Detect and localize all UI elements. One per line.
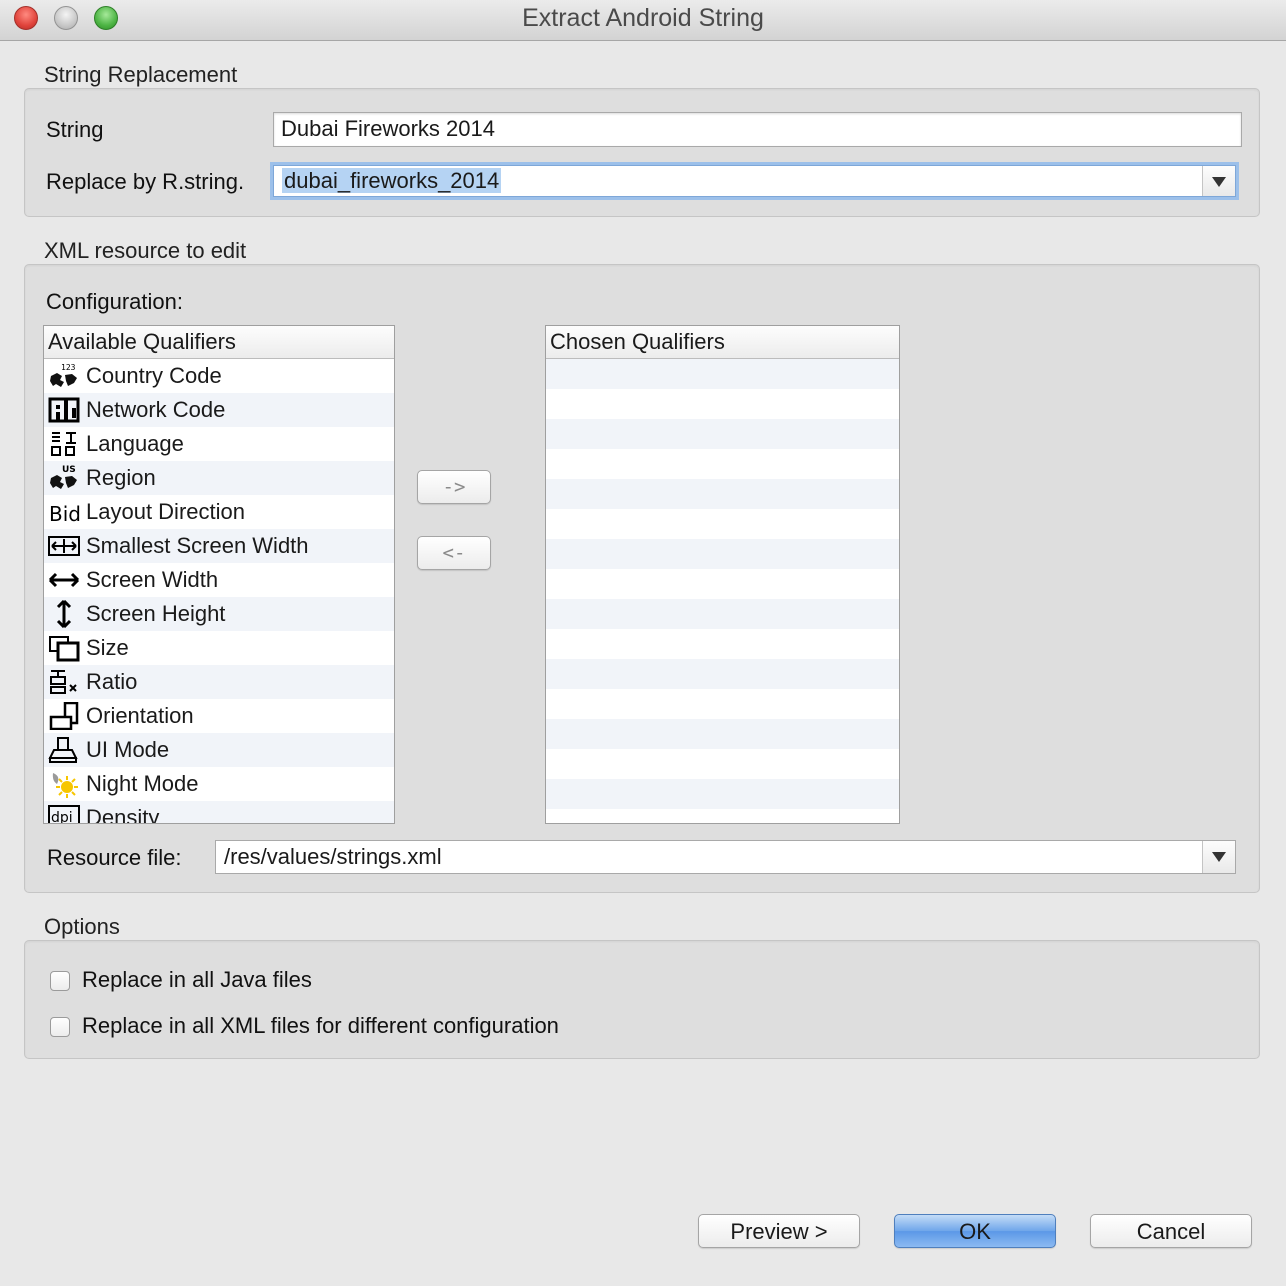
remove-qualifier-button[interactable]: <- — [417, 536, 491, 570]
options-section-label: Options — [44, 914, 120, 939]
country-code-icon: 123 — [48, 362, 80, 390]
cancel-button[interactable]: Cancel — [1090, 1214, 1252, 1248]
xml-resource-group: Configuration: Available Qualifiers 123 C… — [24, 264, 1260, 893]
qualifier-item[interactable]: Smallest Screen Width — [44, 529, 394, 563]
qualifier-item[interactable]: dpi Density — [44, 801, 394, 824]
qualifier-item[interactable]: 123 Country Code — [44, 359, 394, 393]
empty-row — [546, 629, 899, 659]
title-bar: Extract Android String — [0, 0, 1286, 41]
qualifier-label: Country Code — [86, 363, 222, 388]
empty-row — [546, 659, 899, 689]
string-replacement-section-label: String Replacement — [44, 62, 238, 87]
qualifier-item[interactable]: Size — [44, 631, 394, 665]
svg-text:US: US — [62, 465, 76, 475]
resource-file-value: /res/values/strings.xml — [224, 844, 442, 869]
resource-file-combo[interactable]: /res/values/strings.xml — [215, 840, 1236, 874]
ok-button[interactable]: OK — [894, 1214, 1056, 1248]
string-replacement-group: String Dubai Fireworks 2014 Replace by R… — [24, 88, 1260, 217]
empty-row — [546, 719, 899, 749]
layout-direction-icon: Bidi — [48, 498, 87, 526]
density-icon: dpi — [48, 804, 80, 824]
qualifier-label: Layout Direction — [86, 499, 245, 524]
qualifier-item[interactable]: Screen Width — [44, 563, 394, 597]
replace-by-combo[interactable]: dubai_fireworks_2014 — [273, 165, 1236, 197]
qualifier-label: Network Code — [86, 397, 226, 422]
replace-xml-checkbox[interactable] — [50, 1017, 70, 1037]
empty-row — [546, 539, 899, 569]
qualifier-label: Ratio — [86, 669, 138, 694]
configuration-label: Configuration: — [46, 289, 183, 314]
empty-row — [546, 749, 899, 779]
empty-row — [546, 809, 899, 823]
replace-by-label: Replace by R.string. — [46, 169, 245, 194]
resource-file-label: Resource file: — [47, 845, 182, 870]
empty-row — [546, 569, 899, 599]
empty-row — [546, 779, 899, 809]
window-title: Extract Android String — [522, 4, 764, 32]
ui-mode-icon — [48, 736, 80, 764]
qualifier-label: Screen Height — [86, 601, 226, 626]
qualifier-label: Screen Width — [86, 567, 219, 592]
available-qualifiers-header: Available Qualifiers — [44, 326, 394, 359]
add-qualifier-button[interactable]: -> — [417, 470, 491, 504]
available-qualifiers-rows: 123 Country Code Network Code Language US Reg… — [44, 359, 394, 824]
orientation-icon — [48, 701, 80, 731]
chosen-qualifiers-rows — [546, 359, 899, 823]
empty-row — [546, 419, 899, 449]
svg-text:Bidi: Bidi — [49, 502, 80, 526]
svg-text:dpi: dpi — [51, 810, 73, 824]
qualifier-label: Orientation — [86, 703, 194, 728]
qualifier-item[interactable]: Ratio — [44, 665, 394, 699]
chosen-qualifiers-header: Chosen Qualifiers — [546, 326, 899, 359]
string-field[interactable]: Dubai Fireworks 2014 — [273, 112, 1242, 147]
replace-xml-label[interactable]: Replace in all XML files for different c… — [82, 1013, 559, 1039]
screen-width-icon — [48, 566, 80, 594]
night-mode-icon — [48, 770, 80, 798]
screen-height-icon — [48, 599, 80, 629]
region-icon: US — [48, 464, 80, 492]
qualifier-item[interactable]: Night Mode — [44, 767, 394, 801]
replace-java-label[interactable]: Replace in all Java files — [82, 967, 312, 993]
chosen-qualifiers-list[interactable]: Chosen Qualifiers — [545, 325, 900, 824]
qualifier-item[interactable]: Screen Height — [44, 597, 394, 631]
empty-row — [546, 389, 899, 419]
chevron-down-icon[interactable] — [1202, 841, 1235, 873]
empty-row — [546, 479, 899, 509]
qualifier-item[interactable]: Orientation — [44, 699, 394, 733]
qualifier-item[interactable]: Network Code — [44, 393, 394, 427]
empty-row — [546, 359, 899, 389]
preview-button[interactable]: Preview > — [698, 1214, 860, 1248]
qualifier-item[interactable]: US Region — [44, 461, 394, 495]
replace-by-value[interactable]: dubai_fireworks_2014 — [282, 168, 502, 193]
empty-row — [546, 599, 899, 629]
qualifier-item[interactable]: BidiLayout Direction — [44, 495, 394, 529]
qualifier-label: Language — [86, 431, 184, 456]
qualifier-label: Smallest Screen Width — [86, 533, 309, 558]
qualifier-label: Density — [86, 805, 160, 824]
options-group: Replace in all Java files Replace in all… — [24, 940, 1260, 1059]
empty-row — [546, 689, 899, 719]
qualifier-label: Night Mode — [86, 771, 199, 796]
svg-text:123: 123 — [61, 363, 76, 372]
string-label: String — [46, 117, 104, 142]
qualifier-item[interactable]: Language — [44, 427, 394, 461]
chevron-down-icon[interactable] — [1202, 166, 1235, 196]
ratio-icon — [48, 668, 80, 696]
empty-row — [546, 449, 899, 479]
language-icon — [48, 430, 80, 458]
empty-row — [546, 509, 899, 539]
available-qualifiers-list[interactable]: Available Qualifiers 123 Country Code Netw… — [43, 325, 395, 824]
network-code-icon — [48, 396, 80, 424]
replace-java-checkbox[interactable] — [50, 971, 70, 991]
qualifier-item[interactable]: UI Mode — [44, 733, 394, 767]
smallest-screen-width-icon — [48, 532, 80, 560]
size-icon — [48, 634, 80, 662]
qualifier-label: Region — [86, 465, 156, 490]
qualifier-label: Size — [86, 635, 129, 660]
qualifier-label: UI Mode — [86, 737, 170, 762]
xml-resource-section-label: XML resource to edit — [44, 238, 247, 263]
